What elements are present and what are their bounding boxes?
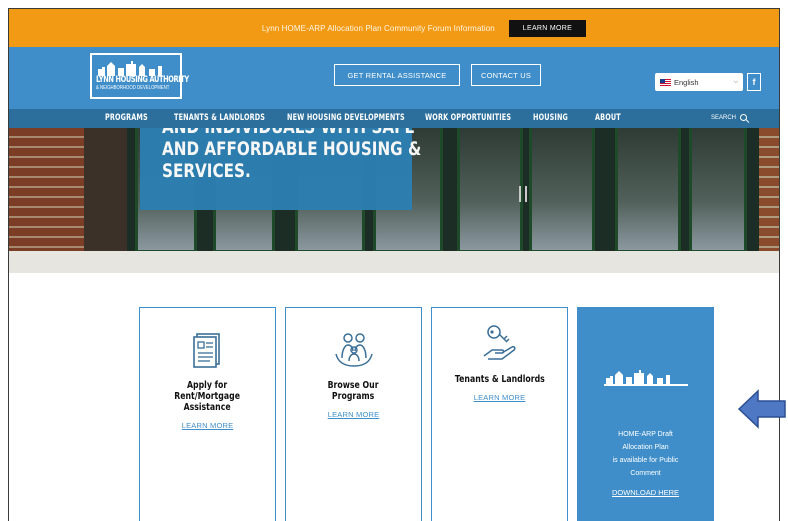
main-nav: PROGRAMS TENANTS & LANDLORDS NEW HOUSING…: [9, 109, 779, 128]
nav-about[interactable]: ABOUT: [595, 113, 621, 123]
door-pane: [529, 128, 595, 253]
card-home-arp-plan[interactable]: HOME-ARP Draft Allocation Plan is availa…: [577, 307, 714, 521]
arrow-left-icon: [737, 389, 786, 429]
language-value: English: [674, 77, 699, 87]
family-icon: [334, 333, 373, 367]
document-icon: [192, 333, 220, 368]
card-title: Apply for Rent/Mortgage Assistance: [175, 380, 241, 413]
card-title-line: Apply for: [187, 380, 228, 391]
window-pane: [689, 128, 747, 253]
us-flag-icon: [660, 78, 671, 86]
window-pane: [615, 128, 681, 253]
card-title-line: Browse Our: [328, 380, 379, 391]
card-browse-programs[interactable]: Browse Our Programs LEARN MORE: [285, 307, 422, 521]
chevron-down-icon: ⌵: [733, 78, 738, 85]
announcement-learn-more-button[interactable]: LEARN MORE: [508, 19, 587, 37]
card-title: Tenants & Landlords: [455, 374, 545, 385]
key-hand-icon: [483, 325, 516, 360]
hero-line: AND INDIVIDUALS WITH SAFE: [162, 128, 415, 138]
logo-subtitle: & NEIGHBORHOOD DEVELOPMENT: [96, 85, 170, 91]
promo-line: HOME-ARP Draft: [618, 431, 673, 438]
announcement-text: Lynn HOME-ARP Allocation Plan Community …: [261, 23, 495, 33]
search-icon: [740, 114, 747, 121]
promo-line: Allocation Plan: [622, 444, 669, 451]
nav-programs[interactable]: PROGRAMS: [105, 113, 148, 123]
site-logo[interactable]: LYNN HOUSING AUTHORITY & NEIGHBORHOOD DE…: [90, 53, 189, 99]
language-select[interactable]: English ⌵: [655, 73, 743, 91]
card-title: Browse Our Programs: [328, 380, 379, 402]
learn-more-link[interactable]: LEARN MORE: [432, 393, 567, 402]
promo-line: is available for Public: [612, 457, 679, 464]
hero-line: AND AFFORDABLE HOUSING &: [162, 138, 422, 160]
window-sill: [9, 251, 779, 273]
door-pane: [457, 128, 523, 253]
logo-title: LYNN HOUSING AUTHORITY: [96, 75, 189, 85]
card-title-line: Rent/Mortgage: [174, 391, 241, 402]
nav-housing[interactable]: HOUSING: [533, 113, 568, 123]
door-handle: [519, 186, 521, 202]
card-tenants-landlords[interactable]: Tenants & Landlords LEARN MORE: [431, 307, 568, 521]
contact-us-button[interactable]: CONTACT US: [471, 64, 541, 86]
get-rental-assistance-button[interactable]: GET RENTAL ASSISTANCE: [334, 64, 460, 86]
announcement-bar: Lynn HOME-ARP Allocation Plan Community …: [9, 9, 779, 47]
hero-banner: AND INDIVIDUALS WITH SAFE AND AFFORDABLE…: [9, 128, 779, 273]
promo-text: HOME-ARP Draft Allocation Plan is availa…: [578, 428, 713, 480]
learn-more-link[interactable]: LEARN MORE: [286, 410, 421, 419]
skyline-logo-icon: [98, 61, 162, 76]
nav-work-opportunities[interactable]: WORK OPPORTUNITIES: [425, 113, 511, 123]
nav-search[interactable]: SEARCH: [711, 114, 747, 121]
download-here-link[interactable]: DOWNLOAD HERE: [578, 488, 713, 497]
skyline-logo-icon: [603, 370, 688, 386]
card-apply-assistance[interactable]: Apply for Rent/Mortgage Assistance LEARN…: [139, 307, 276, 521]
door-handle: [525, 186, 527, 202]
hero-message-card: AND INDIVIDUALS WITH SAFE AND AFFORDABLE…: [140, 128, 422, 210]
card-title-line: Assistance: [183, 402, 232, 413]
facebook-icon[interactable]: f: [747, 73, 761, 91]
nav-new-housing-developments[interactable]: NEW HOUSING DEVELOPMENTS: [287, 113, 405, 123]
search-label: SEARCH: [710, 114, 736, 121]
browser-frame: Lynn HOME-ARP Allocation Plan Community …: [8, 8, 780, 521]
nav-tenants-landlords[interactable]: TENANTS & LANDLORDS: [174, 113, 265, 123]
card-title-line: Tenants & Landlords: [454, 374, 545, 385]
card-title-line: Programs: [332, 391, 375, 402]
hero-line: SERVICES.: [162, 160, 251, 182]
promo-line: Comment: [630, 470, 661, 477]
site-header: LYNN HOUSING AUTHORITY & NEIGHBORHOOD DE…: [9, 47, 779, 109]
learn-more-link[interactable]: LEARN MORE: [140, 421, 275, 430]
